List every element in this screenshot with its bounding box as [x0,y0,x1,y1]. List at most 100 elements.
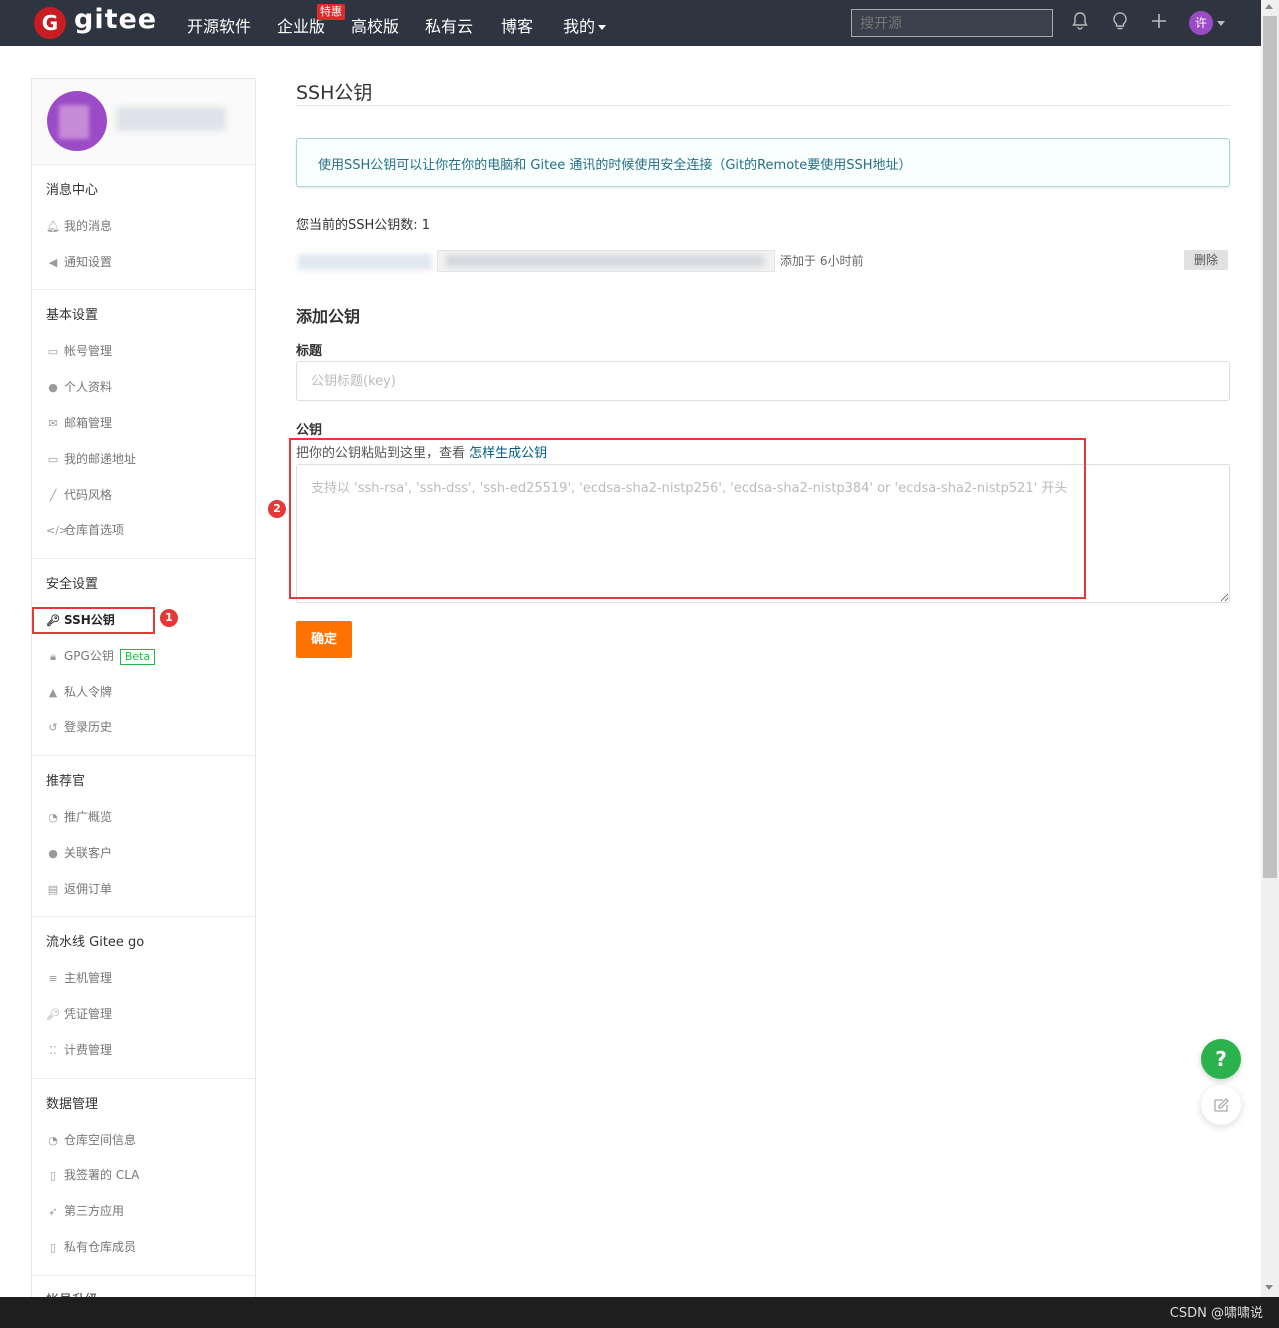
sidebar-item-profile[interactable]: ● 个人资料 [46,378,112,395]
sidebar-item-my-messages[interactable]: 🔔︎ 我的消息 [46,217,112,234]
section-title-pipeline: 流水线 Gitee go [46,935,145,950]
sidebar-item-label: 私人令牌 [64,685,113,699]
divider [32,558,255,559]
divider [32,1078,255,1079]
ssh-key-title-blurred [298,254,432,270]
divider [32,916,255,917]
page: G gitee 开源软件 企业版 特惠 高校版 私有云 博客 我的 许 消息中心… [0,0,1279,1328]
sidebar-item-label: GPG公钥 [64,649,114,663]
user-icon: ● [48,381,58,394]
sidebar-item-label: 关联客户 [64,846,113,860]
search-input[interactable] [851,9,1053,37]
info-message: 使用SSH公钥可以让你在你的电脑和 Gitee 通讯的时候使用安全连接（Git的… [296,138,1230,187]
section-title-basic: 基本设置 [46,308,99,323]
annotation-box-key-area [289,438,1086,599]
sidebar-item-label: 登录历史 [64,720,113,734]
sidebar-item-address[interactable]: ▭ 我的邮递地址 [46,450,136,467]
sidebar-item-label: 代码风格 [64,488,113,502]
user-link-icon: ● [48,847,58,860]
nav-open-source[interactable]: 开源软件 [187,13,251,37]
divider [32,1275,255,1276]
user-avatar[interactable]: 许 [1189,11,1213,35]
bell-icon: 🔔︎ [46,220,60,233]
sidebar-item-third-party-apps[interactable]: ➶ 第三方应用 [46,1202,124,1219]
sidebar-item-credentials[interactable]: 🔑︎ 凭证管理 [46,1005,112,1022]
sidebar-item-label: 仓库空间信息 [64,1133,137,1147]
sidebar-item-repo-preferences[interactable]: </>仓库首选项 [46,521,124,538]
sidebar-item-code-style[interactable]: ╱ 代码风格 [46,486,112,503]
annotation-marker-2: 2 [268,500,286,518]
sidebar-item-label: 邮箱管理 [64,416,113,430]
server-icon: ≡ [48,972,58,985]
enterprise-promo-badge: 特惠 [317,4,345,20]
book-icon: ▯ [49,1241,57,1254]
sidebar-item-label: 帐号管理 [64,344,113,358]
nav-blog[interactable]: 博客 [501,13,533,37]
sidebar-item-notification-settings[interactable]: ◀ 通知设置 [46,253,112,270]
annotation-marker-1: 1 [160,609,178,627]
avatar-chevron-down-icon[interactable] [1217,21,1225,26]
plus-icon[interactable] [1148,11,1170,33]
gitee-logo-icon[interactable]: G [34,7,66,39]
sidebar-item-label: 私有仓库成员 [64,1240,137,1254]
rocket-icon: ➶ [48,1205,58,1218]
sidebar-item-email[interactable]: ✉ 邮箱管理 [46,414,112,431]
delete-key-button[interactable]: 删除 [1184,250,1228,270]
sidebar-item-gpg-keys[interactable]: 🔒︎ GPG公钥 Beta [46,647,156,665]
logo-text[interactable]: gitee [74,4,157,35]
sidebar-item-label: 返佣订单 [64,882,113,896]
sidebar-item-host-management[interactable]: ≡ 主机管理 [46,969,112,986]
sidebar-item-private-tokens[interactable]: ▲ 私人令牌 [46,683,112,700]
divider [32,289,255,290]
sidebar-item-private-repo-members[interactable]: ▯ 私有仓库成员 [46,1238,136,1255]
avatar[interactable] [47,91,107,151]
paintbrush-icon: ╱ [49,489,57,502]
sidebar-item-login-history[interactable]: ↺ 登录历史 [46,718,112,735]
address-card-icon: ▭ [47,453,59,466]
profile-card [32,79,255,165]
history-icon: ↺ [48,721,58,734]
sidebar-item-label: 计费管理 [64,1043,113,1057]
sidebar-item-linked-customers[interactable]: ● 关联客户 [46,844,112,861]
scroll-down-arrow-icon[interactable] [1265,1285,1273,1290]
page-title: SSH公钥 [296,82,373,104]
sidebar-item-label: 仓库首选项 [64,523,125,537]
nav-private-cloud[interactable]: 私有云 [425,13,473,37]
scrollbar-thumb[interactable] [1263,16,1277,878]
add-key-heading: 添加公钥 [296,307,361,326]
lock-icon: 🔒︎ [50,650,56,663]
lightbulb-icon[interactable] [1109,11,1131,33]
key-title-input[interactable] [296,361,1230,401]
submit-button[interactable]: 确定 [296,621,352,658]
file-icon: ▯ [49,1169,57,1182]
scroll-up-arrow-icon[interactable] [1265,4,1273,9]
key-icon: 🔑︎ [46,1008,60,1021]
sidebar-item-promo-overview[interactable]: ◔ 推广概览 [46,808,112,825]
nav-university[interactable]: 高校版 [351,13,399,37]
help-button[interactable]: ? [1201,1039,1241,1079]
nav-mine-dropdown[interactable]: 我的 [563,13,607,37]
bell-icon[interactable] [1069,11,1091,33]
section-title-referral: 推荐官 [46,774,86,789]
sidebar-item-label: 我的消息 [64,219,113,233]
id-card-icon: ▭ [47,345,59,358]
sidebar-item-commission-orders[interactable]: ▤ 返佣订单 [46,880,112,897]
settings-sidebar: 消息中心 🔔︎ 我的消息 ◀ 通知设置 基本设置 ▭ 帐号管理 ● 个人资料 ✉ 邮箱管理… [31,78,256,1297]
sidebar-item-account[interactable]: ▭ 帐号管理 [46,342,112,359]
beta-badge: Beta [119,649,156,665]
sidebar-item-billing[interactable]: ⁚⁚ 计费管理 [46,1041,113,1058]
top-navbar: G gitee 开源软件 企业版 特惠 高校版 私有云 博客 我的 许 [0,0,1261,46]
chevron-down-icon [598,25,607,30]
grid-dots-icon: ⁚⁚ [49,1044,57,1057]
sidebar-item-label: 第三方应用 [64,1204,125,1218]
divider [32,755,255,756]
key-field-label: 公钥 [296,423,323,438]
annotation-box-ssh-menu [32,607,155,634]
user-secret-icon: ▲ [48,686,58,699]
sidebar-item-repo-storage[interactable]: ◔ 仓库空间信息 [46,1131,136,1148]
sidebar-item-signed-cla[interactable]: ▯ 我签署的 CLA [46,1166,139,1183]
feedback-edit-icon[interactable] [1201,1085,1241,1125]
ssh-key-added-time: 添加于 6小时前 [780,254,864,268]
sidebar-item-label: 凭证管理 [64,1007,113,1021]
nav-mine-label: 我的 [563,17,596,36]
